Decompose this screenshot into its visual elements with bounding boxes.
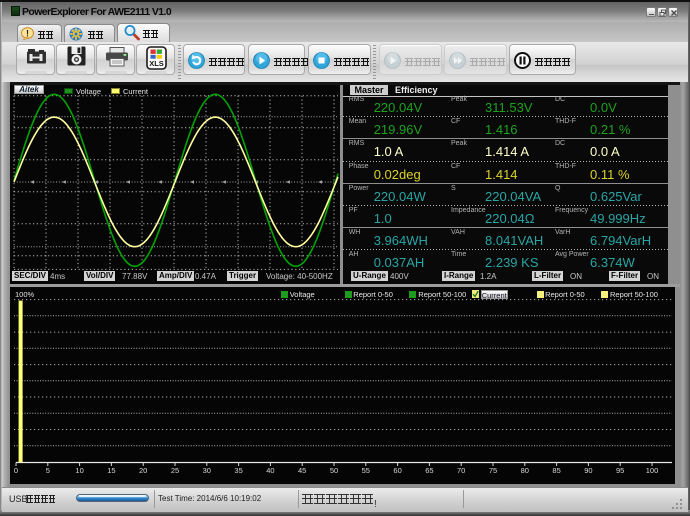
svg-text:XLS: XLS bbox=[149, 59, 164, 68]
svg-text:!: ! bbox=[26, 29, 29, 39]
